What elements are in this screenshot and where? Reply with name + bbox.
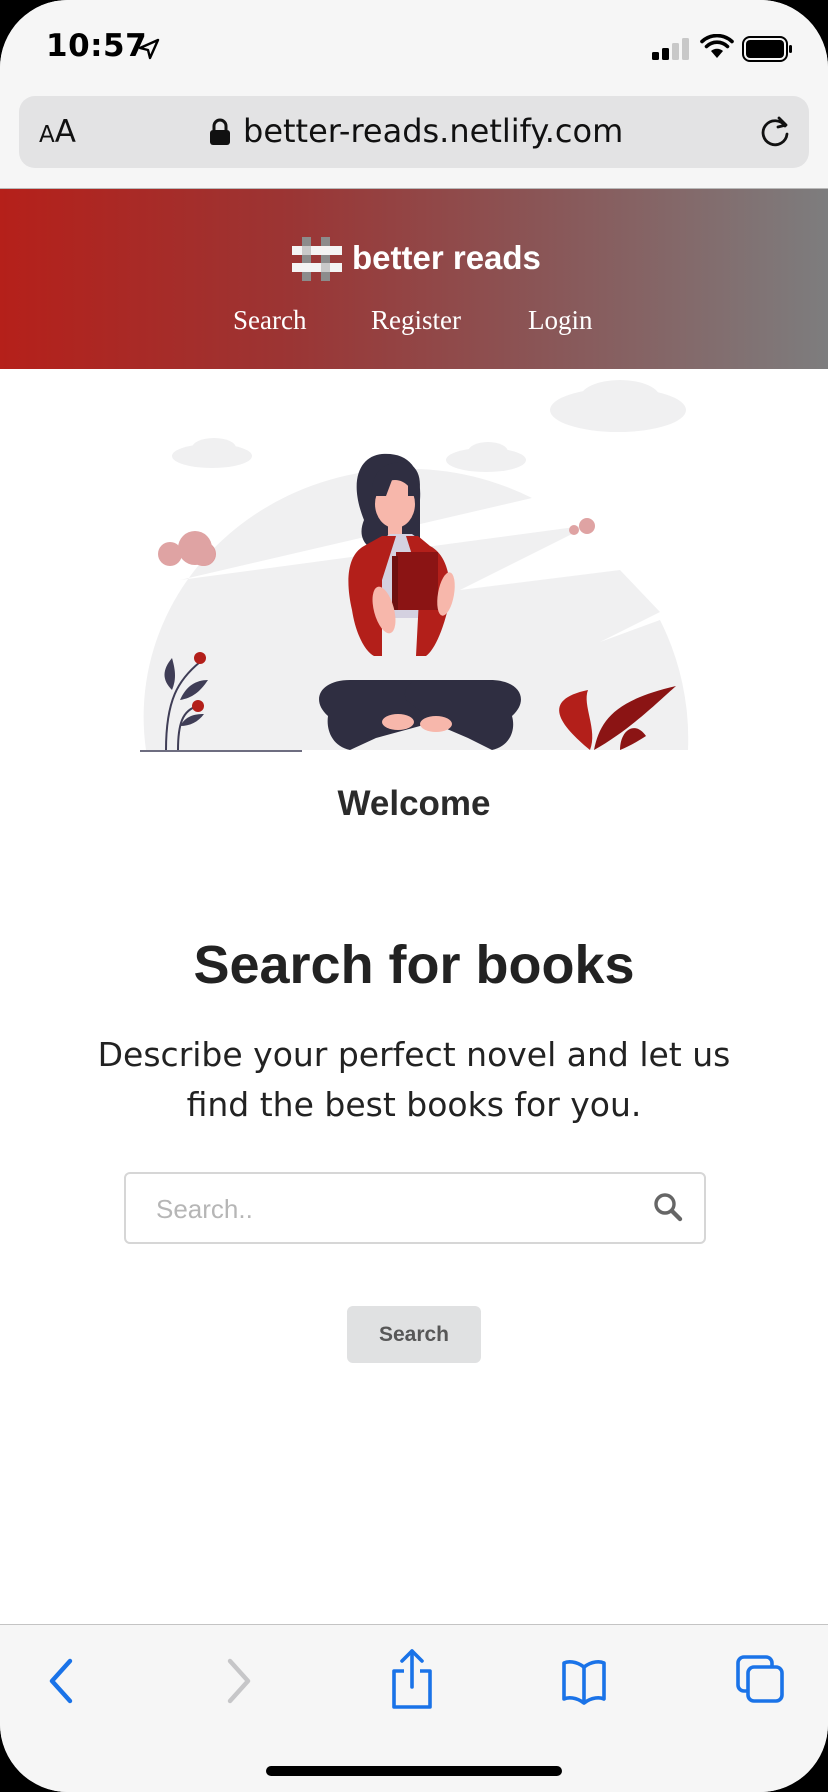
search-button[interactable]: Search	[347, 1306, 481, 1363]
text-size-button[interactable]: AA	[39, 114, 76, 150]
reload-icon[interactable]	[757, 114, 793, 150]
cellular-signal-icon	[652, 38, 689, 60]
address-bar[interactable]: AA better-reads.netlify.com	[19, 96, 809, 168]
status-bar: 10:57	[0, 0, 828, 92]
tabs-icon[interactable]	[734, 1653, 786, 1709]
bookmarks-icon[interactable]	[560, 1653, 608, 1709]
nav-register[interactable]: Register	[371, 305, 461, 336]
home-indicator	[266, 1766, 562, 1776]
hashtag-logo-icon	[292, 237, 342, 281]
site-header: better reads Search Register Login	[0, 189, 828, 369]
welcome-heading: Welcome	[337, 784, 491, 823]
forward-icon[interactable]	[216, 1653, 258, 1709]
search-input[interactable]	[154, 1188, 628, 1230]
search-box	[124, 1172, 706, 1244]
search-description: Describe your perfect novel and let us f…	[97, 1035, 731, 1124]
brand-name[interactable]: better reads	[352, 239, 541, 277]
woman-reading-book-illustration	[140, 380, 689, 752]
lock-icon	[210, 118, 230, 145]
nav-search[interactable]: Search	[233, 305, 306, 336]
nav-login[interactable]: Login	[528, 305, 593, 336]
share-icon[interactable]	[386, 1647, 438, 1711]
back-icon[interactable]	[42, 1653, 84, 1709]
search-icon[interactable]	[653, 1192, 683, 1222]
search-heading: Search for books	[193, 935, 635, 995]
location-arrow-icon	[138, 38, 160, 60]
url-text[interactable]: better-reads.netlify.com	[243, 112, 623, 150]
status-time: 10:57	[46, 28, 148, 64]
browser-address-area: AA better-reads.netlify.com	[0, 92, 828, 189]
wifi-icon	[700, 34, 734, 58]
cloud-shape	[172, 380, 686, 472]
battery-icon	[742, 36, 792, 62]
phone-screen: 10:57 AA better-reads.netlify.com better…	[0, 0, 828, 1792]
